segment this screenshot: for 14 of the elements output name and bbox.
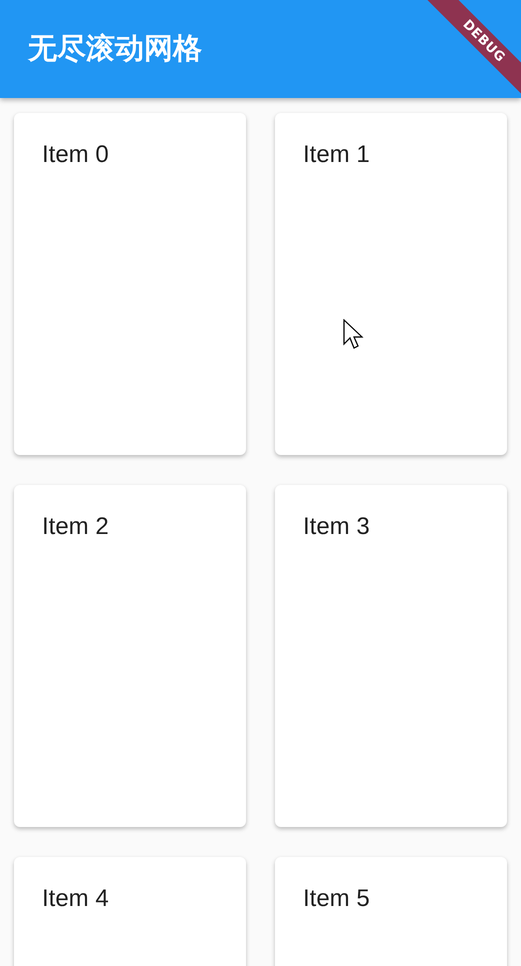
card-label: Item 4 <box>42 885 109 912</box>
card-label: Item 3 <box>303 513 370 540</box>
grid-card[interactable]: Item 3 <box>275 485 507 827</box>
grid-card[interactable]: Item 4 <box>14 857 246 966</box>
card-label: Item 0 <box>42 141 109 168</box>
grid-card[interactable]: Item 1 <box>275 113 507 455</box>
card-label: Item 1 <box>303 141 370 168</box>
card-label: Item 5 <box>303 885 370 912</box>
grid-card[interactable]: Item 2 <box>14 485 246 827</box>
app-title: 无尽滚动网格 <box>28 30 202 67</box>
grid-card[interactable]: Item 5 <box>275 857 507 966</box>
card-label: Item 2 <box>42 513 109 540</box>
mouse-cursor-icon <box>343 319 364 350</box>
grid-card[interactable]: Item 0 <box>14 113 246 455</box>
